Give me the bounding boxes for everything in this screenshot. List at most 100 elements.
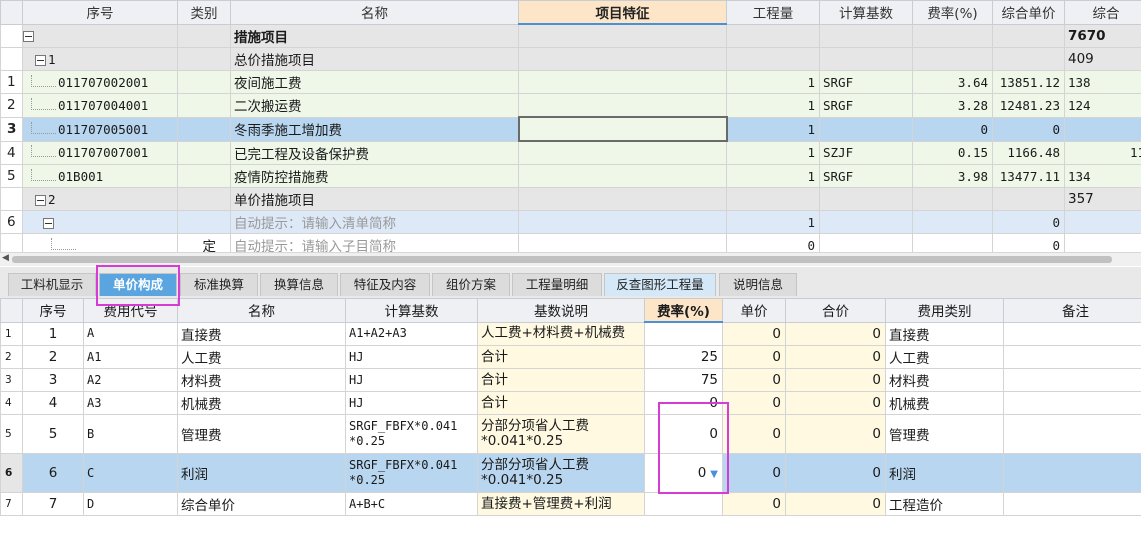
row-fee-category[interactable]: 工程造价	[885, 492, 1004, 516]
row-fee-code[interactable]: A2	[83, 368, 178, 392]
row-name-hint[interactable]: 自动提示：请输入清单简称	[230, 210, 519, 234]
row-name[interactable]: 材料费	[177, 368, 346, 392]
row-remark[interactable]	[1003, 453, 1141, 493]
header-type[interactable]: 类别	[177, 0, 231, 25]
header-unit-price[interactable]: 单价	[722, 298, 786, 323]
row-name[interactable]: 总价措施项目	[230, 47, 519, 71]
row-base[interactable]	[819, 210, 913, 234]
row-fee-category[interactable]: 利润	[885, 453, 1004, 493]
row-code[interactable]: 011707005001	[22, 116, 178, 142]
row-qty[interactable]: 1	[726, 164, 820, 188]
row-qty[interactable]	[726, 23, 820, 48]
table-row[interactable]: 5 5 B 管理费 SRGF_FBFX*0.041 *0.25 分部分项省人工费 *…	[0, 414, 1141, 454]
tab-features-content[interactable]: 特征及内容	[340, 273, 430, 296]
header-base[interactable]: 计算基数	[819, 0, 913, 25]
header-qty[interactable]: 工程量	[726, 0, 820, 25]
row-code[interactable]: 011707004001	[22, 93, 178, 118]
row-fee-category[interactable]: 机械费	[885, 391, 1004, 415]
row-rate[interactable]: 3.64	[912, 70, 993, 94]
row-fee-category[interactable]: 管理费	[885, 414, 1004, 454]
row-features[interactable]	[518, 210, 727, 234]
row-name[interactable]: 直接费	[177, 321, 346, 346]
row-rate[interactable]: 0.15	[912, 140, 993, 165]
row-name[interactable]: 人工费	[177, 345, 346, 369]
row-name[interactable]: 措施项目	[230, 23, 519, 48]
row-features-active-cell[interactable]	[517, 116, 728, 142]
header-total[interactable]: 综合	[1064, 0, 1141, 25]
header-seq[interactable]: 序号	[22, 0, 178, 25]
row-rate[interactable]: 0	[912, 116, 993, 142]
row-base[interactable]	[819, 116, 913, 142]
table-row[interactable]: 4 011707007001 已完工程及设备保护费 1 SZJF 0.15 11…	[0, 140, 1141, 165]
collapse-icon[interactable]	[35, 194, 46, 206]
header-total[interactable]: 合价	[785, 298, 886, 323]
row-name[interactable]: 二次搬运费	[230, 93, 519, 118]
row-features[interactable]	[518, 47, 727, 71]
row-calc-base[interactable]: HJ	[345, 345, 478, 369]
row-remark[interactable]	[1003, 345, 1141, 369]
header-seq[interactable]: 序号	[22, 298, 84, 323]
row-features[interactable]	[518, 187, 727, 211]
row-calc-base[interactable]: A1+A2+A3	[345, 321, 478, 346]
row-features[interactable]	[518, 93, 727, 118]
tab-standard-conversion[interactable]: 标准换算	[180, 273, 258, 296]
table-row[interactable]: 7 7 D 综合单价 A+B+C 直接费+管理费+利润 0 0 工程造价	[0, 492, 1141, 516]
header-fee-category[interactable]: 费用类别	[885, 298, 1004, 323]
row-rate[interactable]: 75	[644, 368, 723, 392]
collapse-icon[interactable]	[43, 217, 54, 229]
tab-conversion-info[interactable]: 换算信息	[260, 273, 338, 296]
row-remark[interactable]	[1003, 368, 1141, 392]
row-rate[interactable]: 3.98	[912, 164, 993, 188]
row-fee-code[interactable]: C	[83, 453, 178, 493]
row-base[interactable]	[819, 47, 913, 71]
row-qty[interactable]: 1	[726, 140, 820, 165]
table-row[interactable]: 6 自动提示：请输入清单简称 1 0	[0, 210, 1141, 234]
row-name[interactable]: 疫情防控措施费	[230, 164, 519, 188]
row-name[interactable]: 管理费	[177, 414, 346, 454]
header-rate[interactable]: 费率(%)	[912, 0, 993, 25]
row-base[interactable]: SZJF	[819, 140, 913, 165]
header-calc-base[interactable]: 计算基数	[345, 298, 478, 323]
table-row-selected[interactable]: 3 011707005001 冬雨季施工增加费 1 0 0	[0, 116, 1141, 142]
row-rate[interactable]	[644, 321, 723, 346]
row-fee-code[interactable]: A	[83, 321, 178, 346]
header-name[interactable]: 名称	[177, 298, 346, 323]
row-qty[interactable]	[726, 187, 820, 211]
row-fee-code[interactable]: A1	[83, 345, 178, 369]
row-name[interactable]: 单价措施项目	[230, 187, 519, 211]
row-base[interactable]: SRGF	[819, 70, 913, 94]
table-row[interactable]: 1 1 A 直接费 A1+A2+A3 人工费+材料费+机械费 0 0 直接费	[0, 321, 1141, 346]
row-code[interactable]: 011707002001	[22, 70, 178, 94]
row-calc-base[interactable]: HJ	[345, 391, 478, 415]
tab-labor-materials[interactable]: 工料机显示	[8, 273, 96, 296]
row-fee-category[interactable]: 材料费	[885, 368, 1004, 392]
row-fee-category[interactable]: 人工费	[885, 345, 1004, 369]
row-qty[interactable]: 1	[726, 210, 820, 234]
row-features[interactable]	[518, 140, 727, 165]
scrollbar-thumb[interactable]	[12, 256, 1112, 263]
row-base[interactable]	[819, 187, 913, 211]
collapse-icon[interactable]	[23, 31, 34, 43]
header-name[interactable]: 名称	[230, 0, 519, 25]
tab-quantity-details[interactable]: 工程量明细	[512, 273, 602, 296]
horizontal-scrollbar[interactable]: ◀	[0, 252, 1141, 266]
row-name[interactable]: 已完工程及设备保护费	[230, 140, 519, 165]
row-name[interactable]: 夜间施工费	[230, 70, 519, 94]
table-row[interactable]: 1 总价措施项目 409	[0, 47, 1141, 71]
tab-reverse-quantity[interactable]: 反查图形工程量	[604, 273, 716, 296]
row-name[interactable]: 利润	[177, 453, 346, 493]
header-remark[interactable]: 备注	[1003, 298, 1141, 323]
header-features[interactable]: 项目特征	[518, 0, 727, 25]
row-features[interactable]	[518, 23, 727, 48]
row-remark[interactable]	[1003, 414, 1141, 454]
row-calc-base[interactable]: SRGF_FBFX*0.041 *0.25	[345, 453, 478, 493]
row-rate[interactable]	[644, 492, 723, 516]
header-rate[interactable]: 费率(%)	[644, 298, 723, 323]
tab-description-info[interactable]: 说明信息	[719, 273, 797, 296]
table-row[interactable]: 3 3 A2 材料费 HJ 合计 75 0 0 材料费	[0, 368, 1141, 392]
row-features[interactable]	[518, 164, 727, 188]
row-calc-base[interactable]: SRGF_FBFX*0.041 *0.25	[345, 414, 478, 454]
row-rate[interactable]	[912, 47, 993, 71]
table-row[interactable]: 2 单价措施项目 357	[0, 187, 1141, 211]
table-row[interactable]: 4 4 A3 机械费 HJ 合计 0 0 0 机械费	[0, 391, 1141, 415]
